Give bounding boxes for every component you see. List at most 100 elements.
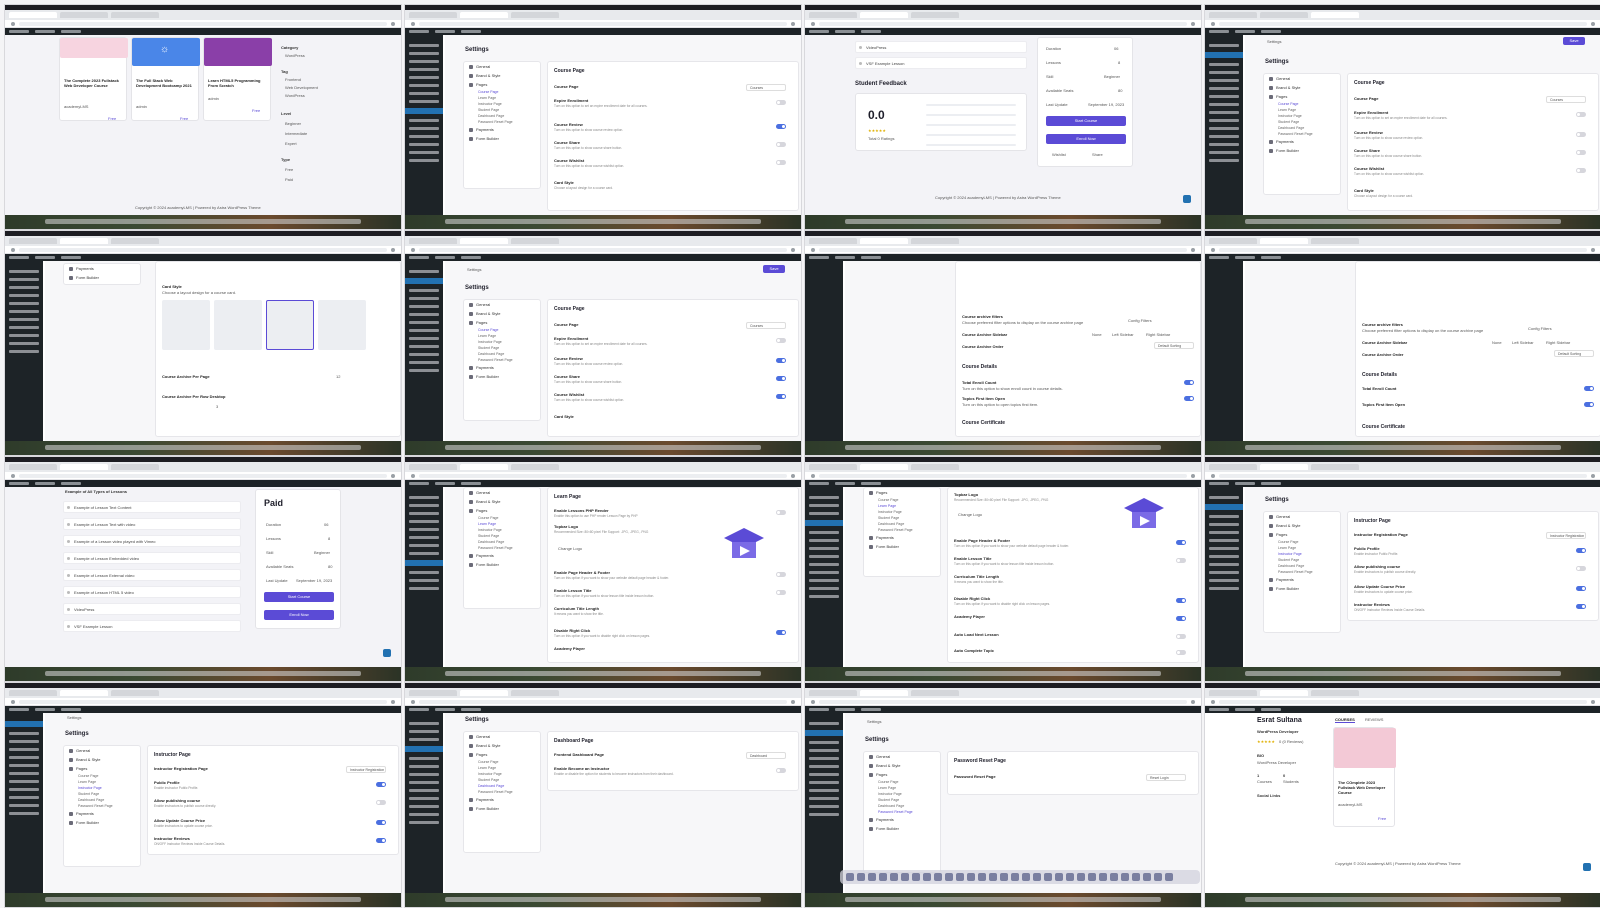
nav-brand-style[interactable]: Brand & Style	[464, 309, 540, 318]
filter-option[interactable]: Paid	[285, 177, 293, 182]
registration-page-select[interactable]: Instructor Registration	[1546, 532, 1586, 539]
dashboard-page-select[interactable]: Dashboard	[746, 752, 786, 759]
dock-app-icon[interactable]	[1022, 873, 1030, 881]
course-title[interactable]: Learn HTML5 Programming From Scratch	[208, 78, 268, 88]
topics-open-toggle[interactable]	[1184, 396, 1194, 401]
sidebar-right-radio[interactable]: Right Sidebar	[1546, 340, 1570, 345]
nav-general[interactable]: General	[1264, 512, 1340, 521]
public-profile-toggle[interactable]	[1576, 548, 1586, 553]
nav-payments[interactable]: Payments	[464, 363, 540, 372]
dock-app-icon[interactable]	[1099, 873, 1107, 881]
expire-toggle[interactable]	[1576, 112, 1586, 117]
course-page-select[interactable]: Courses	[1546, 96, 1586, 103]
header-footer-toggle[interactable]	[776, 572, 786, 577]
review-toggle[interactable]	[776, 358, 786, 363]
lesson-item[interactable]: VideoPress	[855, 41, 1027, 53]
dock-app-icon[interactable]	[945, 873, 953, 881]
public-profile-toggle[interactable]	[376, 782, 386, 787]
wishlist-toggle[interactable]	[776, 160, 786, 165]
wishlist-link[interactable]: Wishlist	[1052, 152, 1066, 157]
scroll-top-button[interactable]	[1183, 195, 1191, 203]
nav-payments[interactable]: Payments	[464, 551, 540, 560]
nav-payments[interactable]: Payments	[1264, 575, 1340, 584]
instructor-reviews-toggle[interactable]	[376, 838, 386, 843]
nav-general[interactable]: General	[464, 62, 540, 71]
tab-courses[interactable]: COURSES	[1335, 717, 1355, 723]
lesson-title-toggle[interactable]	[776, 590, 786, 595]
nav-payments[interactable]: Payments	[464, 795, 540, 804]
dock-app-icon[interactable]	[1154, 873, 1162, 881]
change-logo-button[interactable]: Change Logo	[558, 546, 582, 551]
topics-open-toggle[interactable]	[1584, 402, 1594, 407]
share-link[interactable]: Share	[1092, 152, 1103, 157]
card-layout-4[interactable]	[318, 300, 366, 350]
dock-app-icon[interactable]	[1088, 873, 1096, 881]
per-page-input[interactable]: 12	[336, 374, 340, 379]
nav-brand-style[interactable]: Brand & Style	[464, 741, 540, 750]
dock-app-icon[interactable]	[1033, 873, 1041, 881]
nav-general[interactable]: General	[464, 300, 540, 309]
archive-order-select[interactable]: Default Sorting	[1554, 350, 1594, 357]
filter-option[interactable]: Intermediate	[285, 131, 307, 136]
dock-app-icon[interactable]	[978, 873, 986, 881]
course-page-select[interactable]: Courses	[746, 322, 786, 329]
nav-general[interactable]: General	[464, 732, 540, 741]
card-layout-2[interactable]	[214, 300, 262, 350]
nav-payments[interactable]: Payments	[864, 533, 940, 542]
filter-option[interactable]: Beginner	[285, 121, 301, 126]
sidebar-none-radio[interactable]: None	[1092, 332, 1102, 337]
publish-course-toggle[interactable]	[376, 800, 386, 805]
lesson-item[interactable]: Example of a Lesson video played with Vi…	[63, 535, 241, 547]
share-toggle[interactable]	[776, 142, 786, 147]
course-card[interactable]: ☼ The Full Stack Web Development Bootcam…	[131, 37, 200, 121]
dock-app-icon[interactable]	[1055, 873, 1063, 881]
dock-app-icon[interactable]	[1121, 873, 1129, 881]
save-button[interactable]: Save	[1563, 37, 1585, 45]
nav-form-builder[interactable]: Form Builder	[464, 804, 540, 813]
dock-app-icon[interactable]	[934, 873, 942, 881]
nav-payments[interactable]: Payments	[64, 264, 140, 273]
sidebar-right-radio[interactable]: Right Sidebar	[1146, 332, 1170, 337]
dock-app-icon[interactable]	[1044, 873, 1052, 881]
tab-reviews[interactable]: REVIEWS	[1365, 717, 1383, 722]
nav-pages[interactable]: Pages	[464, 506, 540, 515]
nav-brand-style[interactable]: Brand & Style	[64, 755, 140, 764]
nav-pages[interactable]: Pages	[464, 318, 540, 327]
filter-option[interactable]: Expert	[285, 141, 297, 146]
share-toggle[interactable]	[776, 376, 786, 381]
update-price-toggle[interactable]	[376, 820, 386, 825]
nav-brand-style[interactable]: Brand & Style	[1264, 521, 1340, 530]
filter-option[interactable]: WordPress	[285, 93, 305, 98]
lesson-item[interactable]: VSF Example Lesson	[63, 620, 241, 632]
config-filters-button[interactable]: Config Filters	[1128, 318, 1152, 323]
dock-app-icon[interactable]	[989, 873, 997, 881]
wishlist-toggle[interactable]	[776, 394, 786, 399]
nav-pages[interactable]: Pages	[864, 488, 940, 497]
lesson-item[interactable]: Example of Lesson Text Content	[63, 501, 241, 513]
course-card[interactable]: The Complete 2023 Fullstack Web Develope…	[59, 37, 128, 121]
nav-form-builder[interactable]: Form Builder	[64, 273, 140, 282]
course-title[interactable]: The COmplete 2023 Fullstack Web Develope…	[1338, 780, 1392, 795]
nav-pages[interactable]: Pages	[464, 750, 540, 759]
academy-player-toggle[interactable]	[1176, 616, 1186, 621]
nav-general[interactable]: General	[464, 488, 540, 497]
dock-app-icon[interactable]	[1077, 873, 1085, 881]
wishlist-toggle[interactable]	[1576, 168, 1586, 173]
nav-form-builder[interactable]: Form Builder	[64, 818, 140, 827]
card-layout-3[interactable]	[266, 300, 314, 350]
nav-pages[interactable]: Pages	[864, 770, 940, 779]
nav-brand-style[interactable]: Brand & Style	[864, 761, 940, 770]
dock-app-icon[interactable]	[1000, 873, 1008, 881]
expire-toggle[interactable]	[776, 338, 786, 343]
change-logo-button[interactable]: Change Logo	[958, 512, 982, 517]
nav-form-builder[interactable]: Form Builder	[864, 542, 940, 551]
dock-app-icon[interactable]	[1011, 873, 1019, 881]
start-course-button[interactable]: Start Course	[1046, 116, 1126, 126]
dock-app-icon[interactable]	[879, 873, 887, 881]
lesson-item[interactable]: Example of Lesson Embedded video	[63, 552, 241, 564]
dock-app-icon[interactable]	[967, 873, 975, 881]
share-toggle[interactable]	[1576, 150, 1586, 155]
nav-payments[interactable]: Payments	[1264, 137, 1340, 146]
review-toggle[interactable]	[776, 124, 786, 129]
lesson-item[interactable]: VSF Example Lesson	[855, 57, 1027, 69]
